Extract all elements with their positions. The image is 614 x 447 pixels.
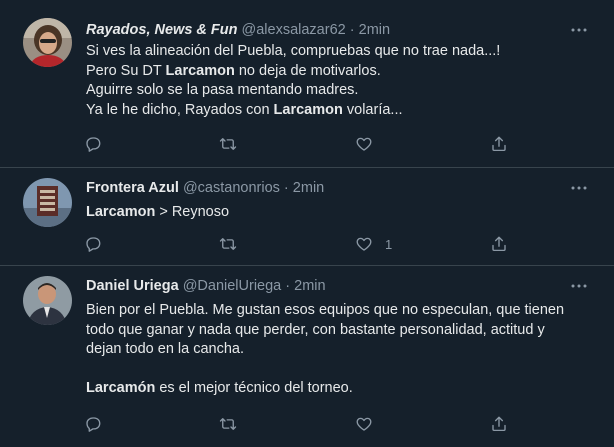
share-icon <box>492 136 506 152</box>
heart-icon <box>356 237 372 251</box>
avatar[interactable] <box>23 18 72 67</box>
more-options-icon[interactable] <box>570 21 588 39</box>
tweet[interactable]: Rayados, News & Fun @alexsalazar62 · 2mi… <box>0 0 614 168</box>
tweet-actions <box>76 132 516 156</box>
heart-icon <box>356 417 372 431</box>
share-icon <box>492 416 506 432</box>
reply-button[interactable] <box>84 132 102 156</box>
retweet-button[interactable] <box>219 232 237 256</box>
separator-dot: · <box>283 180 289 196</box>
reply-button[interactable] <box>84 412 102 436</box>
user-handle[interactable]: @alexsalazar62 <box>242 22 346 38</box>
more-options-icon[interactable] <box>570 179 588 197</box>
display-name[interactable]: Daniel Uriega <box>86 278 179 294</box>
tweet-text: Si ves la alineación del Puebla, comprue… <box>86 43 501 118</box>
reply-button[interactable] <box>84 232 102 256</box>
mention-bold: Larcamon <box>165 62 235 79</box>
tweet-header: Frontera Azul @castanonrios · 2min <box>86 179 324 197</box>
mention-bold: Larcamón <box>86 380 156 396</box>
share-button[interactable] <box>490 412 508 436</box>
reply-icon <box>86 137 101 152</box>
avatar[interactable] <box>23 276 72 325</box>
reply-icon <box>86 237 101 252</box>
like-button[interactable] <box>355 412 385 436</box>
timestamp[interactable]: 2min <box>359 22 390 38</box>
tweet-header: Daniel Uriega @DanielUriega · 2min <box>86 277 326 295</box>
like-count: 1 <box>385 236 393 252</box>
tweet-actions: 1 <box>76 232 516 256</box>
timestamp[interactable]: 2min <box>293 180 324 196</box>
tweet-text: Bien por el Puebla. Me gustan esos equip… <box>86 302 565 396</box>
retweet-icon <box>219 238 237 250</box>
retweet-button[interactable] <box>219 132 237 156</box>
tweet-actions <box>76 412 516 436</box>
tweet[interactable]: Frontera Azul @castanonrios · 2min Larca… <box>0 168 614 266</box>
separator-dot: · <box>285 278 291 294</box>
share-icon <box>492 236 506 252</box>
avatar[interactable] <box>23 178 72 227</box>
tweet-header: Rayados, News & Fun @alexsalazar62 · 2mi… <box>86 21 390 39</box>
more-options-icon[interactable] <box>570 277 588 295</box>
tweet[interactable]: Daniel Uriega @DanielUriega · 2min Bien … <box>0 266 614 447</box>
retweet-icon <box>219 138 237 150</box>
user-handle[interactable]: @DanielUriega <box>183 278 282 294</box>
share-button[interactable] <box>490 232 508 256</box>
mention-bold: Larcamon <box>86 204 156 220</box>
reply-icon <box>86 417 101 432</box>
heart-icon <box>356 137 372 151</box>
retweet-button[interactable] <box>219 412 237 436</box>
separator-dot: · <box>349 22 355 38</box>
timestamp[interactable]: 2min <box>294 278 325 294</box>
display-name[interactable]: Rayados, News & Fun <box>86 22 237 38</box>
user-handle[interactable]: @castanonrios <box>183 180 280 196</box>
like-button[interactable]: 1 <box>355 232 392 256</box>
tweet-text: Larcamon > Reynoso <box>86 204 230 220</box>
share-button[interactable] <box>490 132 508 156</box>
like-button[interactable] <box>355 132 385 156</box>
retweet-icon <box>219 418 237 430</box>
mention-bold: Larcamon <box>273 101 343 118</box>
display-name[interactable]: Frontera Azul <box>86 180 179 196</box>
timeline-feed: Rayados, News & Fun @alexsalazar62 · 2mi… <box>0 0 614 447</box>
